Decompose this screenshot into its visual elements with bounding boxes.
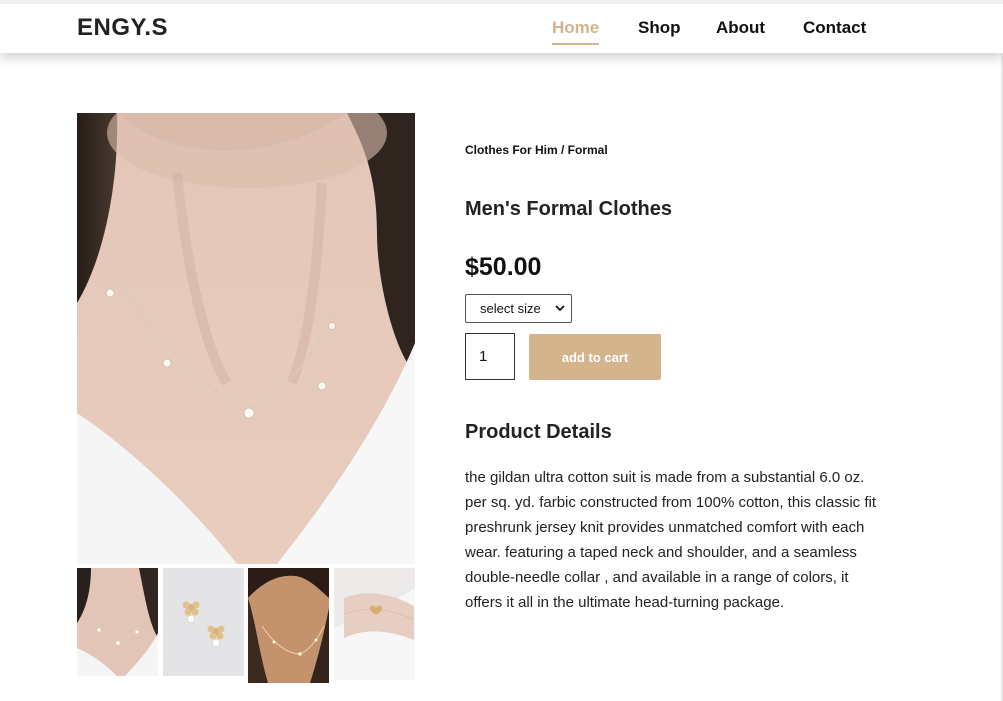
heart-bracelet-thumb <box>334 568 415 680</box>
nav-home[interactable]: Home <box>552 18 600 45</box>
gold-necklace-thumb <box>248 568 329 683</box>
nav-shop[interactable]: Shop <box>638 19 681 37</box>
main-product-image[interactable] <box>77 113 415 564</box>
thumbnail-heart-bracelet[interactable] <box>334 568 415 680</box>
brand-logo[interactable]: ENGY.S <box>77 14 168 42</box>
nav-shop-label: Shop <box>638 18 681 37</box>
pearl-necklace-photo <box>77 113 415 564</box>
flower-earrings-thumb <box>163 568 244 676</box>
nav-about-label: About <box>716 18 766 37</box>
nav-home-label: Home <box>552 18 600 37</box>
breadcrumb[interactable]: Clothes For Him / Formal <box>465 143 608 157</box>
product-title: Men's Formal Clothes <box>465 198 673 220</box>
product-details-text: the gildan ultra cotton suit is made fro… <box>465 469 877 611</box>
thumbnail-gold-necklace[interactable] <box>248 568 329 683</box>
site-header: ENGY.S Home Shop About Contact <box>0 4 1003 53</box>
active-underline <box>552 43 600 45</box>
product-details-heading: Product Details <box>465 421 612 443</box>
pearl-necklace-thumb <box>77 568 158 676</box>
nav-contact-label: Contact <box>803 18 867 37</box>
product-price: $50.00 <box>465 253 542 281</box>
size-select-value: select size <box>480 301 541 316</box>
thumbnail-pearl-necklace[interactable] <box>77 568 158 676</box>
nav-contact[interactable]: Contact <box>803 19 866 37</box>
nav-about[interactable]: About <box>716 19 765 37</box>
size-select[interactable]: select size <box>465 294 572 323</box>
quantity-input[interactable] <box>465 333 515 380</box>
add-to-cart-button[interactable]: add to cart <box>529 334 661 380</box>
thumbnail-flower-earrings[interactable] <box>163 568 244 676</box>
chevron-down-icon <box>555 305 565 312</box>
